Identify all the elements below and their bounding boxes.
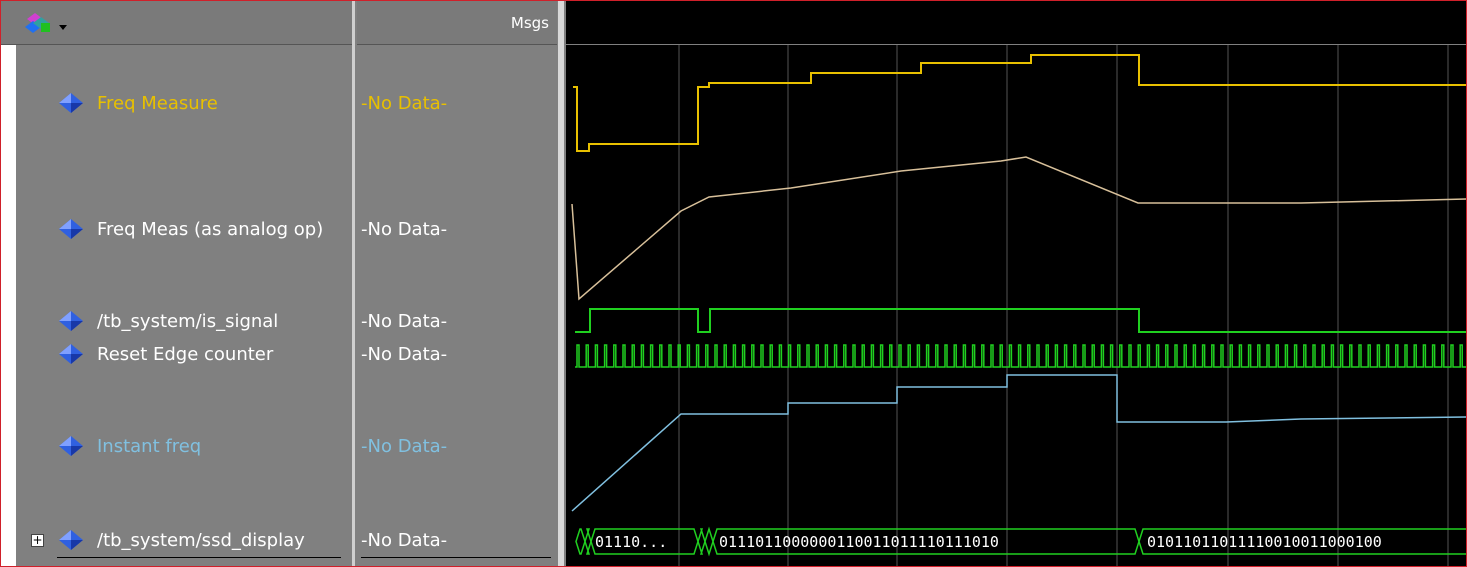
name-underline [57, 557, 341, 558]
signal-name: /tb_system/ssd_display [97, 529, 305, 551]
signal-msg-value: -No Data- [361, 218, 448, 240]
signal-row[interactable]: Freq Measure [57, 91, 218, 115]
signal-name: /tb_system/is_signal [97, 310, 279, 332]
bus-segment [704, 526, 714, 557]
signal-msg-value: -No Data- [361, 92, 448, 114]
bus-segment [697, 528, 706, 555]
diamond-icon [59, 436, 83, 456]
bus-segment [575, 528, 586, 555]
left-margin [1, 45, 16, 566]
bus-value-label: 01011011011110010011000100 [1147, 533, 1382, 551]
freq-analog-trace [571, 156, 1466, 301]
signal-msg-value: -No Data- [361, 343, 448, 365]
wave-divider[interactable] [558, 1, 564, 566]
signal-msg-value: -No Data- [361, 435, 448, 457]
wave-window: Msgs + 01110... 0111011000000110011011110… [0, 0, 1467, 567]
msgs-label: Msgs [510, 14, 549, 32]
signal-row[interactable]: Instant freq [57, 434, 201, 458]
diamond-icon [59, 344, 83, 364]
msg-underline [361, 557, 551, 558]
diamond-icon [59, 311, 83, 331]
reset-edge-trace [575, 344, 1466, 368]
signal-msg-value: -No Data- [361, 529, 448, 551]
diamond-icon [59, 530, 83, 550]
signal-name: Instant freq [97, 435, 202, 457]
signal-name-header [1, 1, 353, 45]
bus-value-label: 0111011000000110011011110111010 [719, 533, 999, 551]
signal-name: Freq Meas (as analog op) [97, 218, 324, 240]
wave-header [566, 1, 1466, 44]
diamond-icon [59, 93, 83, 113]
signal-msg-value: -No Data- [361, 310, 448, 332]
bus-value-label: 01110... [595, 533, 667, 551]
msgs-header: Msgs [357, 1, 557, 45]
signal-row[interactable]: Freq Meas (as analog op) [57, 217, 323, 241]
waveform-area[interactable]: 01110... 0111011000000110011011110111010 0… [566, 45, 1466, 566]
is-signal-trace [575, 308, 1466, 333]
signal-row[interactable]: /tb_system/is_signal [57, 309, 278, 333]
signal-row[interactable]: /tb_system/ssd_display [57, 528, 305, 552]
wave-toolbar-icon[interactable] [21, 9, 69, 39]
signal-row[interactable]: Reset Edge counter [57, 342, 273, 366]
bus-segment [584, 528, 592, 555]
column-divider[interactable] [352, 1, 355, 566]
expand-toggle-icon[interactable]: + [31, 534, 44, 547]
freq-measure-trace [573, 54, 1466, 152]
signal-name: Freq Measure [97, 92, 218, 114]
signal-name: Reset Edge counter [97, 343, 274, 365]
instant-freq-trace [571, 374, 1466, 512]
diamond-icon [59, 219, 83, 239]
